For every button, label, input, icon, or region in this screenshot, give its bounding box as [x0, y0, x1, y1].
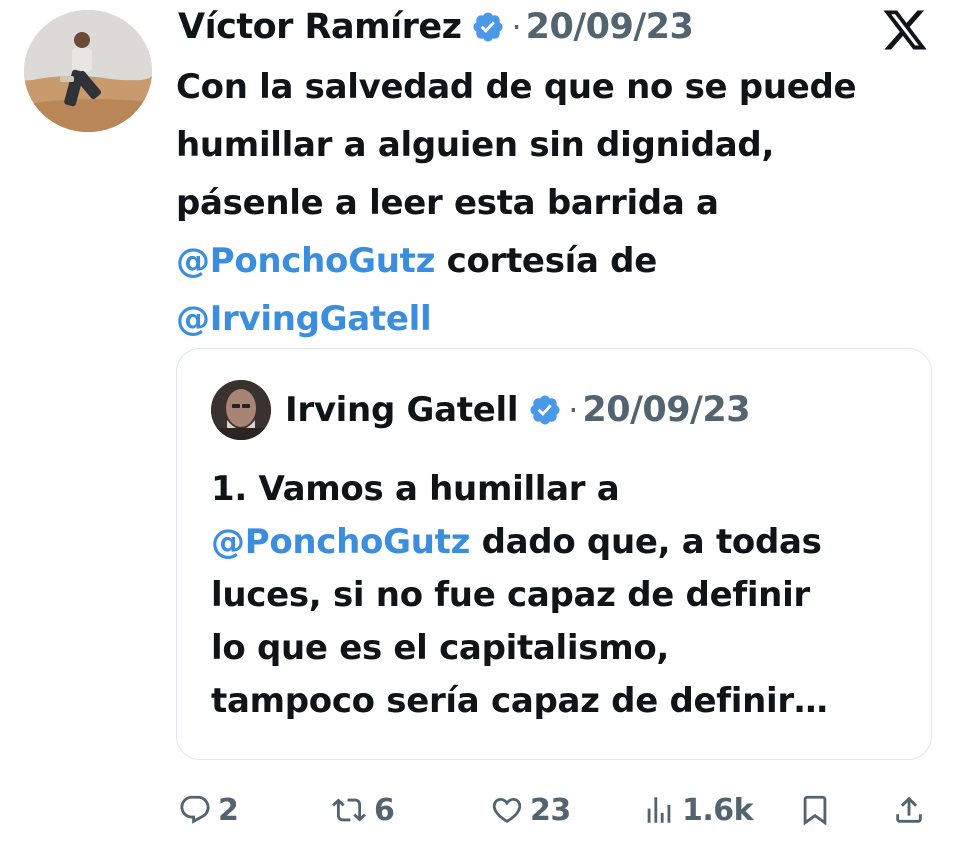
separator-dot: · — [511, 8, 522, 46]
like-button[interactable]: 23 — [490, 786, 571, 834]
tweet-header: Víctor Ramírez · 20/09/23 — [178, 2, 898, 52]
text-segment: luces, si no fue capaz de definir — [211, 575, 810, 615]
separator-dot: · — [568, 391, 579, 429]
quoted-tweet-date[interactable]: 20/09/23 — [582, 390, 750, 430]
retweet-count: 6 — [374, 792, 395, 828]
text-line: @PonchoGutz dado que, a todas — [211, 516, 911, 569]
share-icon — [896, 796, 922, 823]
text-line: pásenle a leer esta barrida a — [176, 174, 926, 232]
text-line: @PonchoGutz cortesía de — [176, 232, 926, 290]
text-segment: Con la salvedad de que no se puede — [176, 67, 857, 107]
mention-link[interactable]: @PonchoGutz — [211, 522, 470, 562]
quoted-tweet-header: Irving Gatell · 20/09/23 — [211, 379, 751, 441]
text-line: humillar a alguien sin dignidad, — [176, 116, 926, 174]
retweet-icon — [332, 798, 366, 822]
quoted-avatar-photo — [211, 380, 271, 440]
text-segment: tampoco sería capaz de definir… — [211, 681, 828, 721]
text-segment: cortesía de — [435, 241, 658, 281]
bookmark-button[interactable] — [798, 786, 832, 834]
text-segment: lo que es el capitalismo, — [211, 628, 670, 668]
quoted-tweet-card[interactable]: Irving Gatell · 20/09/23 1. Vamos a humi… — [176, 348, 932, 760]
text-line: tampoco sería capaz de definir… — [211, 675, 911, 728]
text-segment: 1. Vamos a humillar a — [211, 469, 620, 509]
reply-count: 2 — [218, 792, 239, 828]
text-line: Con la salvedad de que no se puede — [176, 58, 926, 116]
x-logo-icon — [883, 10, 927, 50]
author-name[interactable]: Víctor Ramírez — [178, 7, 462, 47]
text-line: @IrvingGatell — [176, 290, 926, 348]
text-segment: pásenle a leer esta barrida a — [176, 183, 719, 223]
author-avatar[interactable] — [24, 10, 152, 132]
text-line: 1. Vamos a humillar a — [211, 463, 911, 516]
quoted-author-name[interactable]: Irving Gatell — [285, 390, 518, 430]
text-segment: humillar a alguien sin dignidad, — [176, 125, 775, 165]
reply-icon — [180, 795, 210, 824]
action-bar: 2 6 23 1.6k — [174, 786, 934, 834]
bookmark-icon — [803, 795, 827, 826]
text-line: lo que es el capitalismo, — [211, 622, 911, 675]
mention-link[interactable]: @IrvingGatell — [176, 299, 432, 339]
tweet-text: Con la salvedad de que no se puede humill… — [176, 58, 926, 348]
text-segment: dado que, a todas — [470, 522, 822, 562]
heart-icon — [492, 797, 522, 823]
verified-badge-icon — [530, 395, 560, 425]
quoted-author-avatar — [211, 380, 271, 440]
share-button[interactable] — [892, 786, 926, 834]
verified-badge-icon — [473, 12, 503, 42]
tweet-date[interactable]: 20/09/23 — [526, 7, 694, 47]
views-icon — [647, 797, 671, 823]
text-line: luces, si no fue capaz de definir — [211, 569, 911, 622]
mention-link[interactable]: @PonchoGutz — [176, 241, 435, 281]
avatar-photo — [24, 10, 152, 132]
quoted-tweet-text: 1. Vamos a humillar a @PonchoGutz dado qu… — [211, 463, 911, 728]
reply-button[interactable]: 2 — [178, 786, 239, 834]
retweet-button[interactable]: 6 — [330, 786, 395, 834]
views-count: 1.6k — [682, 792, 754, 828]
views-button[interactable]: 1.6k — [642, 786, 754, 834]
like-count: 23 — [530, 792, 571, 828]
